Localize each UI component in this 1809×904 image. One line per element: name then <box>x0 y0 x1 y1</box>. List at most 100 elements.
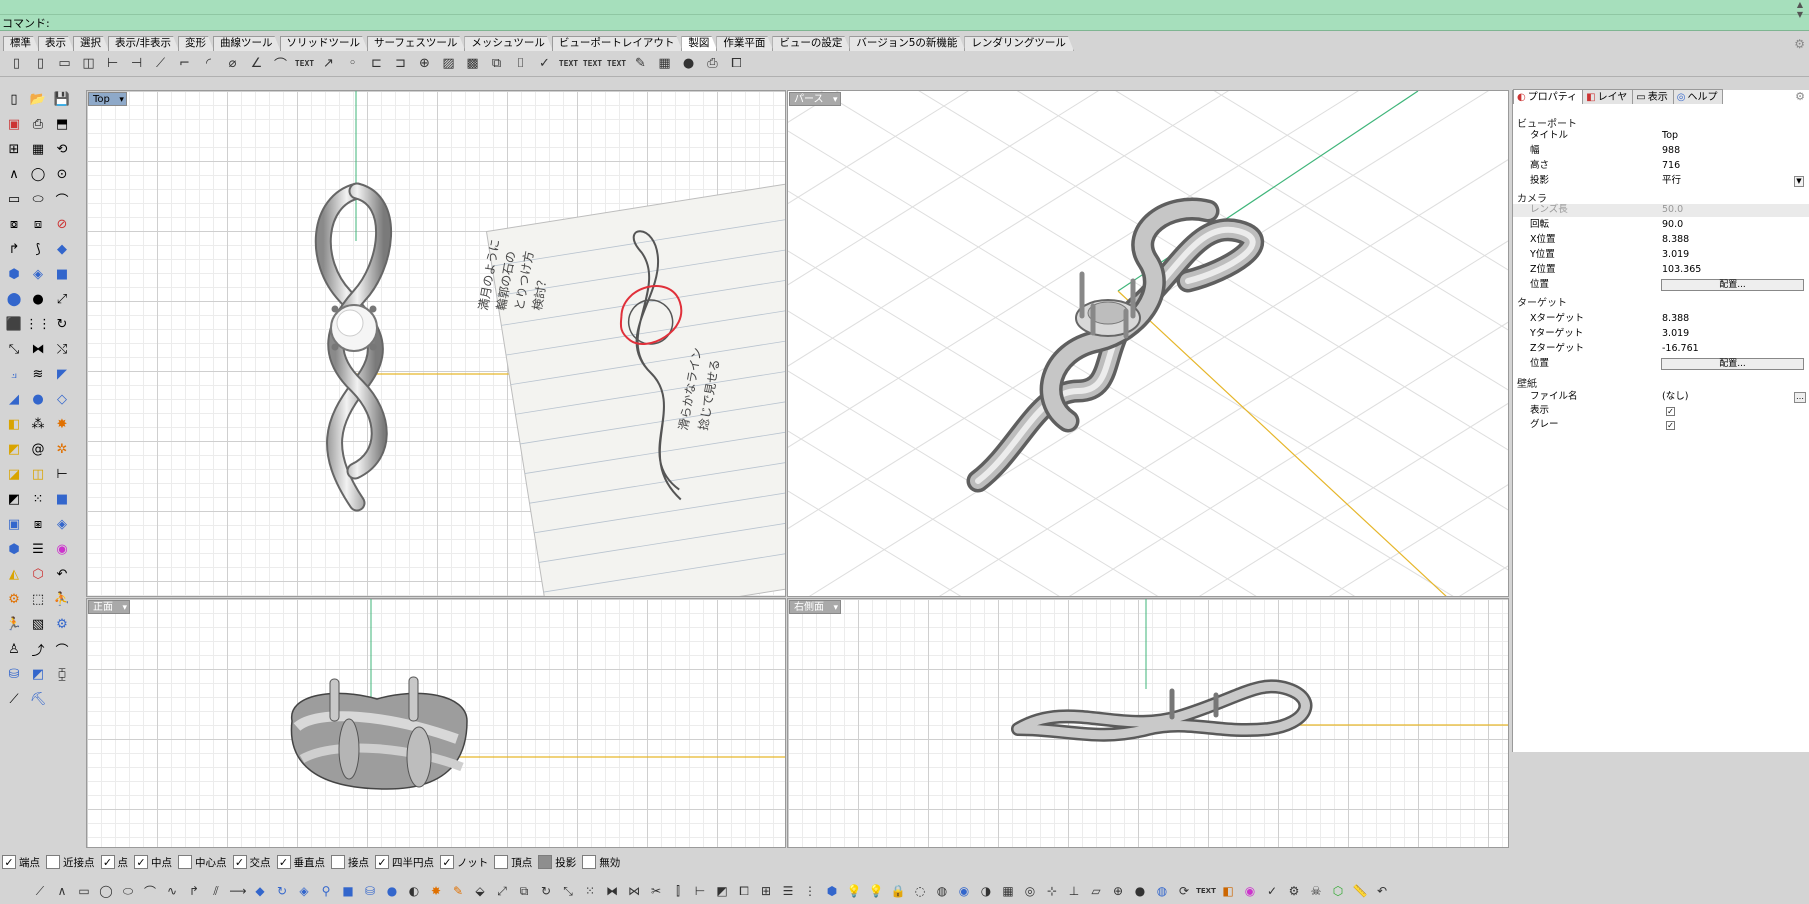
value-projection[interactable]: 平行 <box>1662 175 1681 187</box>
cube-green-icon[interactable]: ⬡ <box>1328 881 1348 901</box>
join-icon[interactable]: ⋈ <box>624 881 644 901</box>
split-icon[interactable]: ⧈ <box>27 213 49 235</box>
dim-rotated-icon[interactable]: ⟋ <box>149 53 172 75</box>
osnap-project-checkbox[interactable] <box>538 855 553 869</box>
osnap-center-checkbox[interactable] <box>178 855 192 869</box>
fill-yellow-icon[interactable]: ◭ <box>3 563 25 585</box>
sweep-icon[interactable]: ◈ <box>294 881 314 901</box>
viewport-label-right[interactable]: 右側面 <box>789 600 841 615</box>
copy-icon[interactable]: ⧉ <box>514 881 534 901</box>
zebra-icon[interactable]: ◈ <box>51 513 73 535</box>
curve-branch-icon[interactable]: ⤴ <box>27 638 49 660</box>
osnap-int[interactable]: ✓ 交点 <box>232 855 271 870</box>
osnap-mid-checkbox[interactable]: ✓ <box>134 855 148 869</box>
surface-icon[interactable]: ◆ <box>250 881 270 901</box>
fill-icon[interactable]: ⬙ <box>470 881 490 901</box>
group-icon[interactable]: ⧠ <box>734 881 754 901</box>
tab-surface-tools[interactable]: サーフェスツール <box>367 36 465 51</box>
flow-icon[interactable]: ◢ <box>3 388 25 410</box>
circle-icon[interactable]: ◯ <box>27 163 49 185</box>
offset-icon[interactable]: ⧇ <box>3 213 25 235</box>
detail-icon[interactable]: ▭ <box>53 53 76 75</box>
planar-icon[interactable]: ▱ <box>1086 881 1106 901</box>
layer-yellow2-icon[interactable]: ◫ <box>27 463 49 485</box>
import-icon[interactable]: ⬒ <box>51 113 73 135</box>
cube-icon[interactable]: ⬢ <box>822 881 842 901</box>
polyline-icon[interactable]: ∧ <box>3 163 25 185</box>
gray-checkbox[interactable]: ✓ <box>1666 421 1675 430</box>
viewport-right[interactable]: 右側面 <box>787 598 1509 848</box>
zone-blue-icon[interactable]: ◩ <box>27 663 49 685</box>
osnap-disable-checkbox[interactable] <box>582 855 597 869</box>
globe-icon[interactable]: ⊕ <box>1108 881 1128 901</box>
tab-solid-tools[interactable]: ソリッドツール <box>280 36 369 51</box>
dim-icon[interactable]: ⊢ <box>690 881 710 901</box>
print-icon[interactable]: ⎙ <box>27 113 49 135</box>
sweep-icon[interactable]: ◈ <box>27 263 49 285</box>
trim-icon[interactable]: ✂ <box>646 881 666 901</box>
value-xtarget[interactable]: 8.388 <box>1662 313 1689 325</box>
shade-icon[interactable]: ◑ <box>976 881 996 901</box>
boolean-icon[interactable]: ◐ <box>404 881 424 901</box>
skull-icon[interactable]: ☠ <box>1306 881 1326 901</box>
show-icon[interactable]: ◍ <box>932 881 952 901</box>
bend-icon[interactable]: ⟓ <box>3 363 25 385</box>
walk2-icon[interactable]: 🏃 <box>3 613 25 635</box>
place-target-button[interactable]: 配置... <box>1661 358 1804 370</box>
ruler-icon[interactable]: 📏 <box>1350 881 1370 901</box>
pillars-icon[interactable]: ⧮ <box>51 663 73 685</box>
surface-icon[interactable]: ◆ <box>51 238 73 260</box>
osnap-perp-checkbox[interactable]: ✓ <box>276 855 291 869</box>
osnap-mid[interactable]: ✓ 中点 <box>134 855 172 870</box>
extend-icon[interactable]: ⟶ <box>228 881 248 901</box>
tabs-gear-icon[interactable]: ⚙ <box>1794 37 1805 51</box>
ellipse-icon[interactable]: ⬭ <box>118 881 138 901</box>
loft-icon[interactable]: ⬢ <box>3 263 25 285</box>
dim-ordinate-icon[interactable]: ⌐ <box>173 53 196 75</box>
mirror-icon[interactable]: ⧓ <box>602 881 622 901</box>
tab-v5-new[interactable]: バージョン5の新機能 <box>849 36 965 51</box>
gear-icon[interactable]: ⚙ <box>1284 881 1304 901</box>
taper-icon[interactable]: ◤ <box>51 363 73 385</box>
gear-orange-icon[interactable]: ✲ <box>51 438 73 460</box>
text-icon[interactable]: TEXT <box>1196 881 1216 901</box>
text-icon[interactable]: TEXT <box>293 53 316 75</box>
world-icon[interactable]: ◍ <box>1152 881 1172 901</box>
osnap-disable[interactable]: 無効 <box>582 855 620 870</box>
viewport-label-front[interactable]: 正面 <box>88 600 130 615</box>
move-red-icon[interactable]: ⬛ <box>3 313 25 335</box>
text-edit-icon[interactable]: TEXT <box>581 53 604 75</box>
circle-center-icon[interactable]: ⊙ <box>51 163 73 185</box>
color-wheel-icon[interactable]: ◉ <box>51 538 73 560</box>
value-ytarget[interactable]: 3.019 <box>1662 328 1689 340</box>
mesh-cube-icon[interactable]: ▧ <box>27 613 49 635</box>
make2d-icon[interactable]: ⧉ <box>485 53 508 75</box>
spiral-icon[interactable]: @ <box>27 438 49 460</box>
paint-icon[interactable]: ✎ <box>629 53 652 75</box>
curve-icon[interactable]: ∿ <box>162 881 182 901</box>
light-icon[interactable]: 💡 <box>844 881 864 901</box>
box-icon[interactable]: ■ <box>51 263 73 285</box>
polyline-icon[interactable]: ∧ <box>52 881 72 901</box>
save-red-icon[interactable]: ▣ <box>3 113 25 135</box>
points-icon[interactable]: ⋮ <box>800 881 820 901</box>
tab-layers[interactable]: ◧ レイヤ <box>1582 89 1634 104</box>
dim-linear-icon[interactable]: ⊢ <box>101 53 124 75</box>
fillet-icon[interactable]: ↱ <box>3 238 25 260</box>
color-wheel-icon[interactable]: ◉ <box>1240 881 1260 901</box>
curve-arc-icon[interactable]: ⌒ <box>51 638 73 660</box>
line-icon[interactable]: ⟋ <box>30 881 50 901</box>
solid-blue-icon[interactable]: ■ <box>51 488 73 510</box>
check-icon[interactable]: ✓ <box>1262 881 1282 901</box>
curvature-icon[interactable]: ⧆ <box>27 513 49 535</box>
osnap-quad-checkbox[interactable]: ✓ <box>375 855 389 869</box>
undo-icon[interactable]: ↶ <box>51 563 73 585</box>
mesh-box-icon[interactable]: ⬚ <box>27 588 49 610</box>
dim-aligned-icon[interactable]: ⊣ <box>125 53 148 75</box>
tab-display-panel[interactable]: ▭ 表示 <box>1632 89 1674 104</box>
osnap-end[interactable]: ✓ 端点 <box>2 855 40 870</box>
osnap-near[interactable]: 近接点 <box>46 855 95 870</box>
offset-icon[interactable]: ⫽ <box>206 881 226 901</box>
dim-arc-icon[interactable]: ⌒ <box>269 53 292 75</box>
place-camera-button[interactable]: 配置... <box>1661 279 1804 291</box>
